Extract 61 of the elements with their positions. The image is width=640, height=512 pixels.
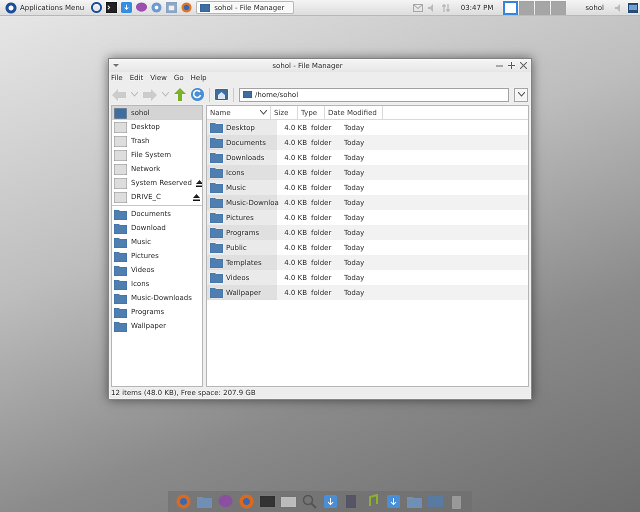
folder-icon: [210, 272, 223, 283]
folder-icon: [210, 137, 223, 148]
download-icon[interactable]: [121, 2, 132, 13]
eject-icon[interactable]: [196, 180, 202, 186]
caret-icon[interactable]: [131, 92, 138, 97]
logo-icon[interactable]: [91, 2, 102, 13]
caret-icon: [518, 92, 524, 97]
close-icon[interactable]: [520, 62, 527, 69]
terminal-icon[interactable]: [106, 2, 118, 13]
drive-icon: [114, 150, 127, 160]
location-dropdown-button[interactable]: [514, 88, 528, 102]
folder-icon: [210, 197, 223, 208]
forward-arrow-icon[interactable]: [143, 88, 157, 100]
folder-icon: [210, 242, 223, 253]
folder-icon: [114, 292, 127, 304]
workspace-button[interactable]: [503, 0, 518, 14]
app-logo-icon: [5, 2, 17, 14]
folder-icon: [210, 122, 223, 133]
caret-icon[interactable]: [162, 92, 169, 97]
folder-icon: [210, 212, 223, 223]
sort-caret-icon: [260, 110, 267, 115]
folder-icon: [200, 4, 210, 12]
drive-icon: [114, 122, 127, 132]
drive-icon: [114, 136, 127, 146]
folder-icon: [210, 257, 223, 268]
folder-icon: [114, 320, 127, 332]
folder-icon[interactable]: [197, 494, 212, 509]
folder-icon: [210, 167, 223, 178]
eject-icon[interactable]: [193, 194, 200, 200]
maximize-icon[interactable]: [508, 62, 515, 69]
folder-icon: [114, 236, 127, 248]
workspace-button[interactable]: [519, 0, 534, 14]
home-folder-icon[interactable]: [215, 89, 228, 100]
folder-icon: [210, 227, 223, 238]
workspace-button[interactable]: [535, 0, 550, 14]
download-icon[interactable]: [323, 494, 338, 509]
folder-icon: [210, 287, 223, 298]
download-icon[interactable]: [386, 494, 401, 509]
mail-icon[interactable]: [412, 4, 423, 12]
reload-icon[interactable]: [191, 88, 204, 101]
folder-icon: [114, 208, 127, 220]
drive-icon: [114, 164, 127, 174]
folder-icon[interactable]: [407, 494, 422, 509]
folder-icon: [243, 91, 252, 98]
drive-icon: [114, 108, 127, 118]
workspace-button[interactable]: [551, 0, 566, 14]
search-icon[interactable]: [302, 494, 317, 509]
folder-icon: [210, 152, 223, 163]
folder-icon: [114, 306, 127, 318]
drive-icon: [114, 192, 127, 202]
window-icon[interactable]: [166, 2, 178, 13]
folder-icon: [114, 250, 127, 262]
back-arrow-icon[interactable]: [112, 88, 126, 100]
folder-icon: [114, 278, 127, 290]
folder-icon: [114, 264, 127, 276]
drive-icon: [114, 178, 127, 188]
window-menu-icon[interactable]: [113, 64, 119, 67]
chat-icon[interactable]: [136, 2, 148, 13]
folder-icon: [210, 182, 223, 193]
up-arrow-icon[interactable]: [174, 88, 186, 101]
folder-icon: [114, 222, 127, 234]
